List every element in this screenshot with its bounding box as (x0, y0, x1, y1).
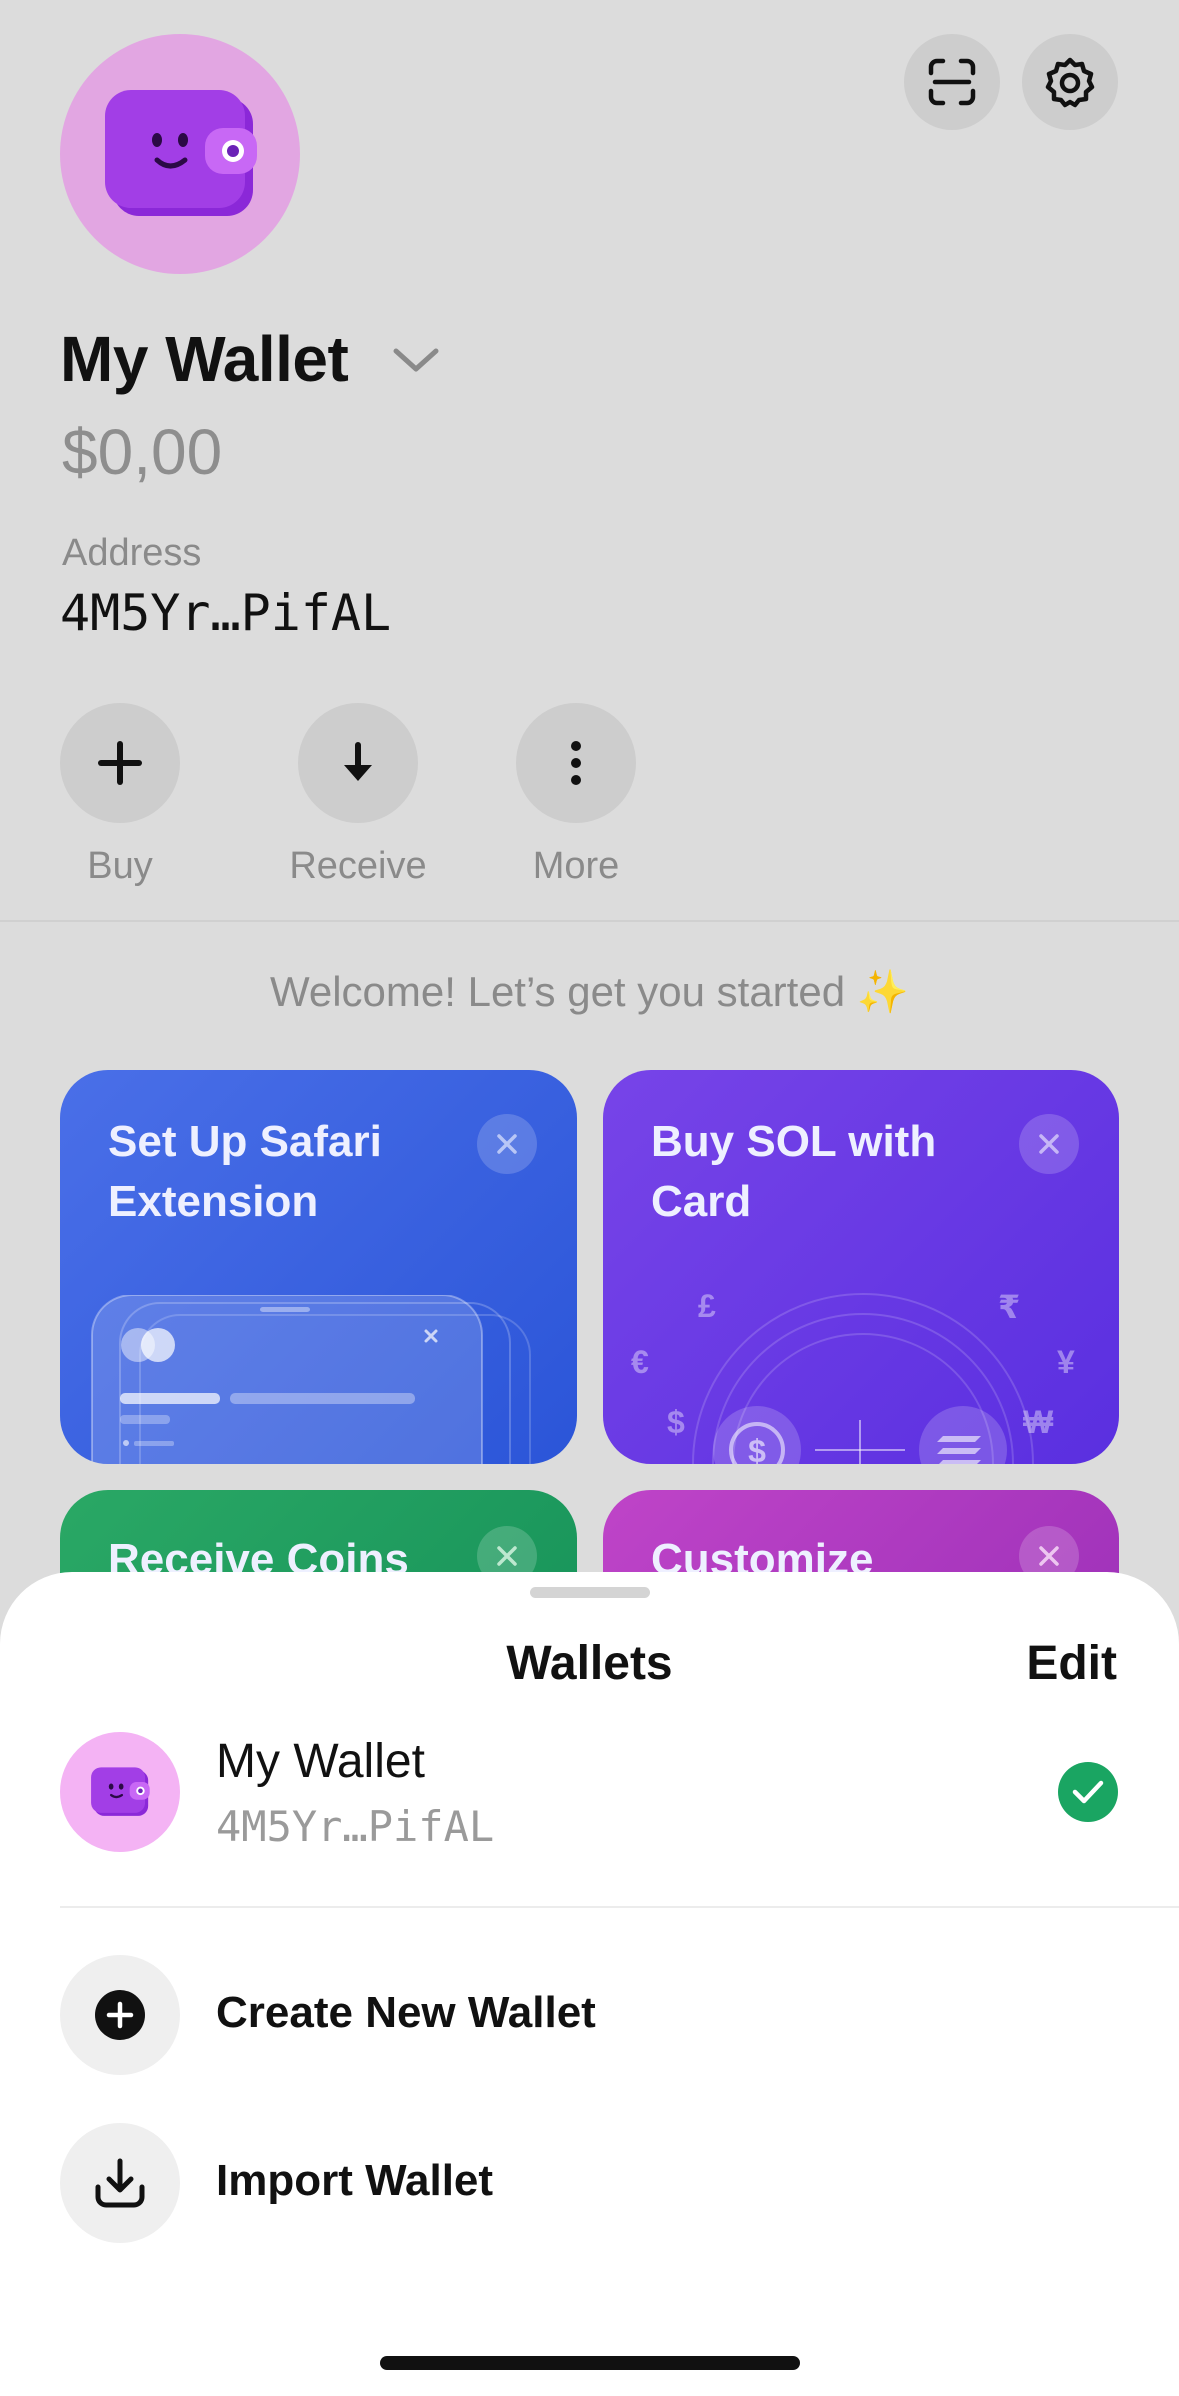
browser-illustration (91, 1295, 531, 1464)
currency-symbol: ¥ (1057, 1344, 1075, 1380)
card-safari-extension[interactable]: Set Up Safari Extension (60, 1070, 577, 1464)
more-button[interactable] (516, 703, 636, 823)
create-wallet-icon-button[interactable] (60, 1955, 180, 2075)
wallet-avatar[interactable] (60, 34, 300, 274)
currency-symbol: ₩ (1023, 1404, 1054, 1440)
checkmark-icon (1058, 1762, 1118, 1822)
import-wallet-icon-button[interactable] (60, 2123, 180, 2243)
address-value[interactable]: 4M5Yr…PifAL (60, 584, 391, 642)
divider (0, 920, 1179, 922)
receive-button[interactable] (298, 703, 418, 823)
address-label: Address (62, 532, 202, 574)
wallet-item-address: 4M5Yr…PifAL (216, 1802, 495, 1851)
more-vertical-icon (571, 741, 581, 785)
wallet-mascot-icon (105, 90, 257, 216)
plus-icon (98, 741, 142, 785)
close-icon (497, 1134, 517, 1154)
wallet-name[interactable]: My Wallet (60, 322, 349, 396)
close-icon (1039, 1134, 1059, 1154)
currency-symbol: ₹ (998, 1289, 1021, 1325)
currency-symbol: £ (698, 1288, 716, 1324)
close-icon (1039, 1546, 1059, 1566)
scan-button[interactable] (904, 34, 1000, 130)
separator (60, 1906, 1179, 1908)
settings-button[interactable] (1022, 34, 1118, 130)
home-indicator[interactable] (380, 2356, 800, 2370)
balance: $0,00 (62, 416, 223, 488)
close-button[interactable] (1019, 1114, 1079, 1174)
import-wallet-label: Import Wallet (216, 2156, 494, 2205)
scan-icon (928, 58, 976, 106)
plus-circle-icon (95, 1990, 145, 2040)
download-arrow-icon (344, 742, 372, 781)
sheet-grabber[interactable] (530, 1587, 650, 1598)
buy-action[interactable]: Buy (20, 703, 220, 888)
receive-action[interactable]: Receive (258, 703, 458, 888)
more-action[interactable]: More (476, 703, 676, 888)
currency-symbol: € (631, 1344, 649, 1380)
wallet-mascot-icon (91, 1767, 150, 1816)
card-title: Set Up Safari Extension (108, 1117, 382, 1226)
chevron-down-icon[interactable] (392, 345, 440, 375)
welcome-text: Welcome! Let’s get you started ✨ (269, 968, 910, 1015)
close-button[interactable] (477, 1114, 537, 1174)
buy-button[interactable] (60, 703, 180, 823)
close-icon (497, 1546, 517, 1566)
wallet-item-name: My Wallet (216, 1735, 425, 1788)
svg-text:$: $ (748, 1433, 766, 1464)
avatar (60, 1732, 180, 1852)
sheet-title: Wallets (506, 1637, 673, 1690)
buy-label: Buy (87, 845, 153, 887)
card-buy-sol[interactable]: Buy SOL with Card $ £ ₹ € ¥ $ ₩ (603, 1070, 1119, 1464)
currency-symbol: $ (667, 1404, 685, 1440)
create-new-wallet-label: Create New Wallet (216, 1988, 596, 2037)
gear-icon (1045, 57, 1095, 108)
import-icon (95, 2158, 145, 2208)
edit-button[interactable]: Edit (1026, 1636, 1117, 1691)
more-label: More (532, 845, 620, 887)
receive-label: Receive (289, 845, 427, 887)
card-title: Buy SOL with Card (651, 1117, 937, 1226)
